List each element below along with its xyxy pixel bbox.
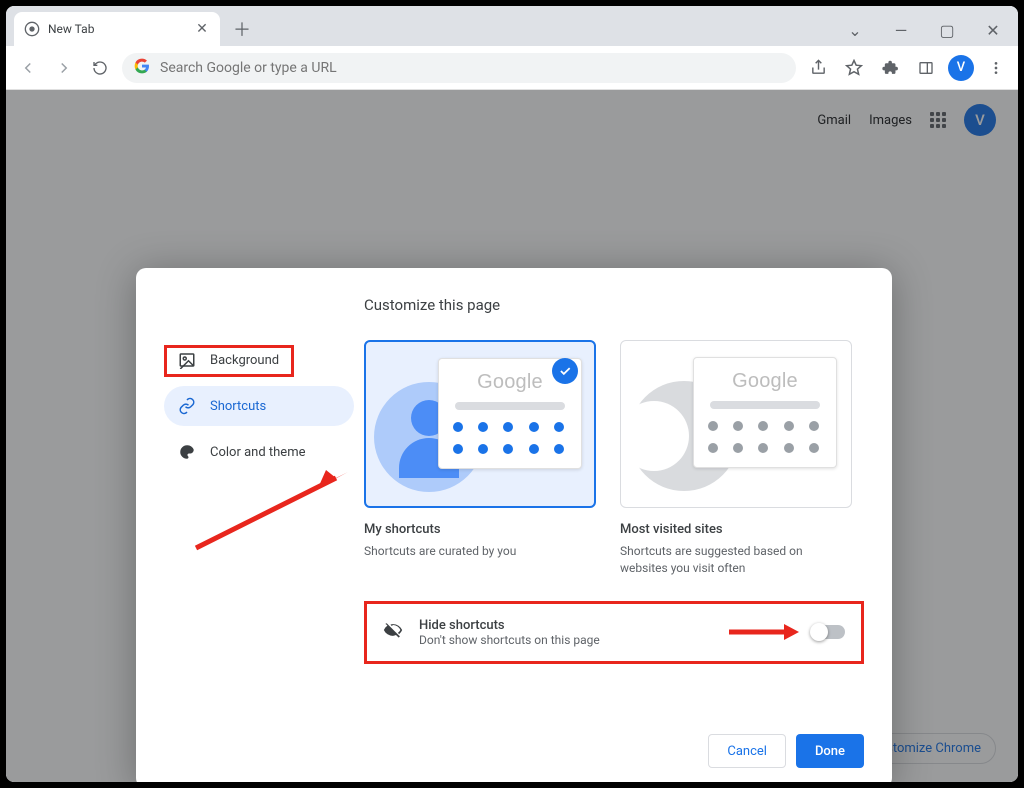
ntp-favicon-icon	[24, 21, 40, 37]
hide-shortcuts-row: Hide shortcuts Don't show shortcuts on t…	[364, 601, 864, 664]
omnibox-input[interactable]	[160, 60, 784, 76]
browser-tab[interactable]: New Tab ✕	[14, 12, 220, 46]
image-icon	[178, 351, 196, 369]
share-icon[interactable]	[804, 54, 832, 82]
hide-shortcuts-title: Hide shortcuts	[419, 618, 600, 633]
option-my-shortcuts-desc: Shortcuts are curated by you	[364, 543, 596, 560]
hide-shortcuts-desc: Don't show shortcuts on this page	[419, 633, 600, 647]
dialog-actions: Cancel Done	[164, 708, 864, 768]
sidebar-item-background[interactable]: Background	[164, 340, 354, 380]
tab-close-icon[interactable]: ✕	[194, 21, 210, 37]
back-button[interactable]	[14, 54, 42, 82]
sidepanel-icon[interactable]	[912, 54, 940, 82]
profile-avatar[interactable]: V	[948, 55, 974, 81]
option-most-visited-preview[interactable]: Google	[620, 340, 852, 508]
new-tab-page: Gmail Images V Customize Chrome Backgrou…	[6, 90, 1018, 782]
window-close-button[interactable]: ✕	[970, 14, 1016, 46]
annotation-arrow-icon	[729, 622, 799, 642]
kebab-menu-icon[interactable]	[982, 54, 1010, 82]
hide-shortcuts-toggle[interactable]	[811, 625, 845, 639]
customize-dialog: Background Shortcuts Color and theme	[136, 268, 892, 782]
option-my-shortcuts: Google My shortcuts Shortcuts are curate…	[364, 340, 596, 577]
new-tab-button[interactable]: ＋	[228, 15, 256, 43]
sidebar-item-label: Shortcuts	[210, 399, 266, 414]
dialog-main: Customize this page Google	[364, 296, 864, 708]
sidebar-item-label: Color and theme	[210, 445, 306, 460]
visibility-off-icon	[383, 620, 403, 644]
google-logo-text: Google	[704, 370, 826, 393]
window-controls: ⌄ — ▢ ✕	[832, 14, 1016, 46]
tab-strip: New Tab ✕ ＋ ⌄ — ▢ ✕	[6, 6, 1018, 46]
bookmark-icon[interactable]	[840, 54, 868, 82]
window-dropdown-icon[interactable]: ⌄	[832, 14, 878, 46]
sidebar-item-shortcuts[interactable]: Shortcuts	[164, 386, 354, 426]
palette-icon	[178, 443, 196, 461]
chrome-window: New Tab ✕ ＋ ⌄ — ▢ ✕ V Gmail Images	[6, 6, 1018, 782]
option-most-visited-desc: Shortcuts are suggested based on website…	[620, 543, 852, 577]
cancel-button[interactable]: Cancel	[708, 734, 786, 768]
window-maximize-button[interactable]: ▢	[924, 14, 970, 46]
tab-title: New Tab	[48, 22, 194, 36]
forward-button[interactable]	[50, 54, 78, 82]
extensions-icon[interactable]	[876, 54, 904, 82]
option-most-visited: Google Most visited sites Shortcuts are …	[620, 340, 852, 577]
omnibox[interactable]	[122, 53, 796, 83]
done-button[interactable]: Done	[796, 734, 864, 768]
sidebar-item-label: Background	[210, 353, 279, 368]
dialog-title: Customize this page	[364, 296, 864, 314]
toolbar: V	[6, 46, 1018, 90]
sidebar-item-color[interactable]: Color and theme	[164, 432, 354, 472]
link-icon	[178, 397, 196, 415]
selected-check-icon	[552, 358, 578, 384]
dialog-sidebar: Background Shortcuts Color and theme	[164, 296, 354, 708]
option-my-shortcuts-title: My shortcuts	[364, 522, 596, 537]
reload-button[interactable]	[86, 54, 114, 82]
window-minimize-button[interactable]: —	[878, 14, 924, 46]
option-my-shortcuts-preview[interactable]: Google	[364, 340, 596, 508]
option-most-visited-title: Most visited sites	[620, 522, 852, 537]
google-g-icon	[134, 58, 150, 78]
